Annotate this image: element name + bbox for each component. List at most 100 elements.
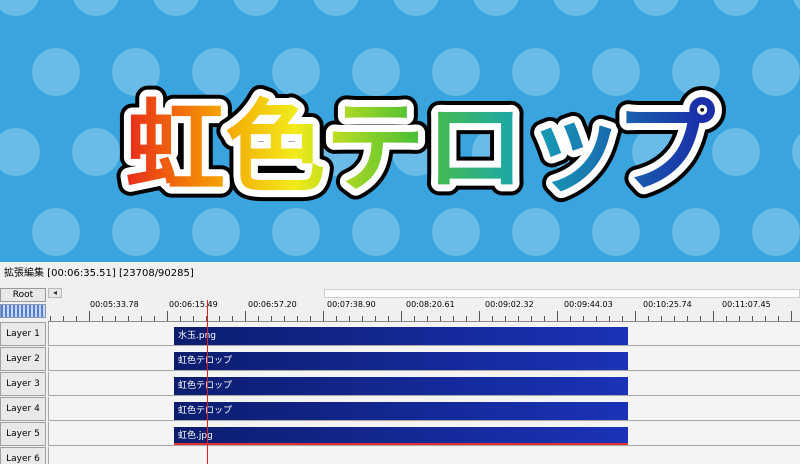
ruler-tick — [245, 311, 246, 321]
layer-row: Layer 3 虹色テロップ — [0, 372, 800, 396]
ruler-tick — [362, 316, 363, 321]
ruler-tick — [544, 316, 545, 321]
ruler-time-label: 00:06:15.49 — [169, 300, 218, 309]
layer-track[interactable]: 水玉.png — [48, 322, 800, 346]
ruler-tick — [674, 316, 675, 321]
ruler-tick — [180, 316, 181, 321]
layer-label[interactable]: Layer 4 — [0, 397, 46, 421]
layer-label[interactable]: Layer 6 — [0, 447, 46, 464]
layer-track[interactable]: 虹色テロップ — [48, 397, 800, 421]
title-char: テ — [325, 89, 425, 206]
ruler-tick — [531, 316, 532, 321]
ruler-tick — [284, 316, 285, 321]
video-preview: 虹虹虹色色色テテテロロロッッップププ — [0, 0, 800, 262]
ruler-time-label: 00:09:44.03 — [564, 300, 613, 309]
ruler-tick — [739, 316, 740, 321]
timeline-title: 拡張編集 [00:06:35.51] [23708/90285] — [4, 268, 194, 279]
timeline-clip[interactable]: 虹色.jpg — [174, 427, 628, 445]
ruler-tick — [258, 316, 259, 321]
ruler-tick — [466, 316, 467, 321]
scroll-left-icon[interactable]: ◂ — [48, 288, 62, 298]
ruler-tick — [492, 316, 493, 321]
ruler-tick — [154, 316, 155, 321]
ruler-tick — [141, 316, 142, 321]
ruler-tick — [570, 316, 571, 321]
scrollbar-thumb[interactable] — [324, 289, 800, 298]
ruler-tick — [232, 316, 233, 321]
layer-row: Layer 2 虹色テロップ — [0, 347, 800, 371]
timeline-clip[interactable]: 虹色テロップ — [174, 402, 628, 420]
layer-label[interactable]: Layer 2 — [0, 347, 46, 371]
ruler-time-label: 00:09:02.32 — [485, 300, 534, 309]
layer-row: Layer 6 — [0, 447, 800, 464]
ruler-tick — [323, 311, 324, 321]
ruler-tick — [726, 316, 727, 321]
layer-row: Layer 4 虹色テロップ — [0, 397, 800, 421]
ruler-tick — [661, 316, 662, 321]
ruler-time-label: 00:08:20.61 — [406, 300, 455, 309]
layer-track[interactable] — [48, 447, 800, 464]
rainbow-telop-title: 虹虹虹 色色色 テテテ ロロロ ッッップププ — [114, 78, 726, 217]
ruler-tick — [752, 316, 753, 321]
extended-edit-timeline: 拡張編集 [00:06:35.51] [23708/90285] Root ◂ … — [0, 262, 800, 464]
ruler-tick — [557, 311, 558, 321]
ruler-tick — [297, 316, 298, 321]
horizontal-scrollbar[interactable] — [48, 288, 800, 298]
title-char: プ — [615, 89, 715, 206]
ruler-tick — [167, 311, 168, 321]
layer-track[interactable]: 虹色テロップ — [48, 347, 800, 371]
ruler-tick — [310, 316, 311, 321]
ruler-tick — [609, 316, 610, 321]
layer-row: Layer 1 水玉.png — [0, 322, 800, 346]
layer-track[interactable]: 虹色.jpg — [48, 422, 800, 446]
ruler-time-label: 00:07:38.90 — [327, 300, 376, 309]
ruler-tick — [622, 316, 623, 321]
ruler-tick — [349, 316, 350, 321]
ruler-tick — [791, 311, 792, 321]
ruler-tick — [50, 316, 51, 321]
ruler-tick — [453, 316, 454, 321]
time-ruler[interactable]: 00:05:33.78 00:06:15.49 00:06:57.20 00:07:3… — [48, 298, 800, 322]
layer-label[interactable]: Layer 5 — [0, 422, 46, 446]
ruler-tick — [102, 316, 103, 321]
layer-list: Layer 1 水玉.png Layer 2 虹色テロップ Layer 3 虹色… — [0, 322, 800, 464]
layer-label[interactable]: Layer 1 — [0, 322, 46, 346]
ruler-time-label: 00:05:33.78 — [90, 300, 139, 309]
ruler-tick — [115, 316, 116, 321]
layer-row: Layer 5 虹色.jpg — [0, 422, 800, 446]
ruler-tick — [128, 316, 129, 321]
timeline-clip[interactable]: 虹色テロップ — [174, 352, 628, 370]
layer-label[interactable]: Layer 3 — [0, 372, 46, 396]
layer-track[interactable]: 虹色テロップ — [48, 372, 800, 396]
ruler-tick — [765, 316, 766, 321]
ruler-tick — [375, 316, 376, 321]
ruler-tick — [713, 311, 714, 321]
ruler-tick — [505, 316, 506, 321]
title-char: ッ — [525, 89, 625, 206]
ruler-tick — [583, 316, 584, 321]
ruler-tick — [700, 316, 701, 321]
timeline-clip[interactable]: 虹色テロップ — [174, 377, 628, 395]
playhead-cursor[interactable] — [207, 300, 208, 464]
ruler-tick — [193, 316, 194, 321]
ruler-tick — [518, 316, 519, 321]
ruler-tick — [479, 311, 480, 321]
ruler-tick — [76, 316, 77, 321]
ruler-tick — [336, 316, 337, 321]
ruler-tick — [440, 316, 441, 321]
ruler-tick — [219, 316, 220, 321]
zoom-slider[interactable] — [0, 304, 46, 318]
ruler-tick — [635, 311, 636, 321]
title-char: 虹 — [125, 89, 225, 206]
title-char: 色 — [225, 89, 325, 206]
ruler-tick — [596, 316, 597, 321]
ruler-tick — [388, 316, 389, 321]
ruler-time-label: 00:11:07.45 — [722, 300, 771, 309]
ruler-tick — [63, 316, 64, 321]
ruler-tick — [687, 316, 688, 321]
ruler-tick — [414, 316, 415, 321]
ruler-time-label: 00:10:25.74 — [643, 300, 692, 309]
timeline-clip[interactable]: 水玉.png — [174, 327, 628, 345]
title-char: ロ — [425, 89, 525, 206]
root-button[interactable]: Root — [0, 288, 46, 302]
